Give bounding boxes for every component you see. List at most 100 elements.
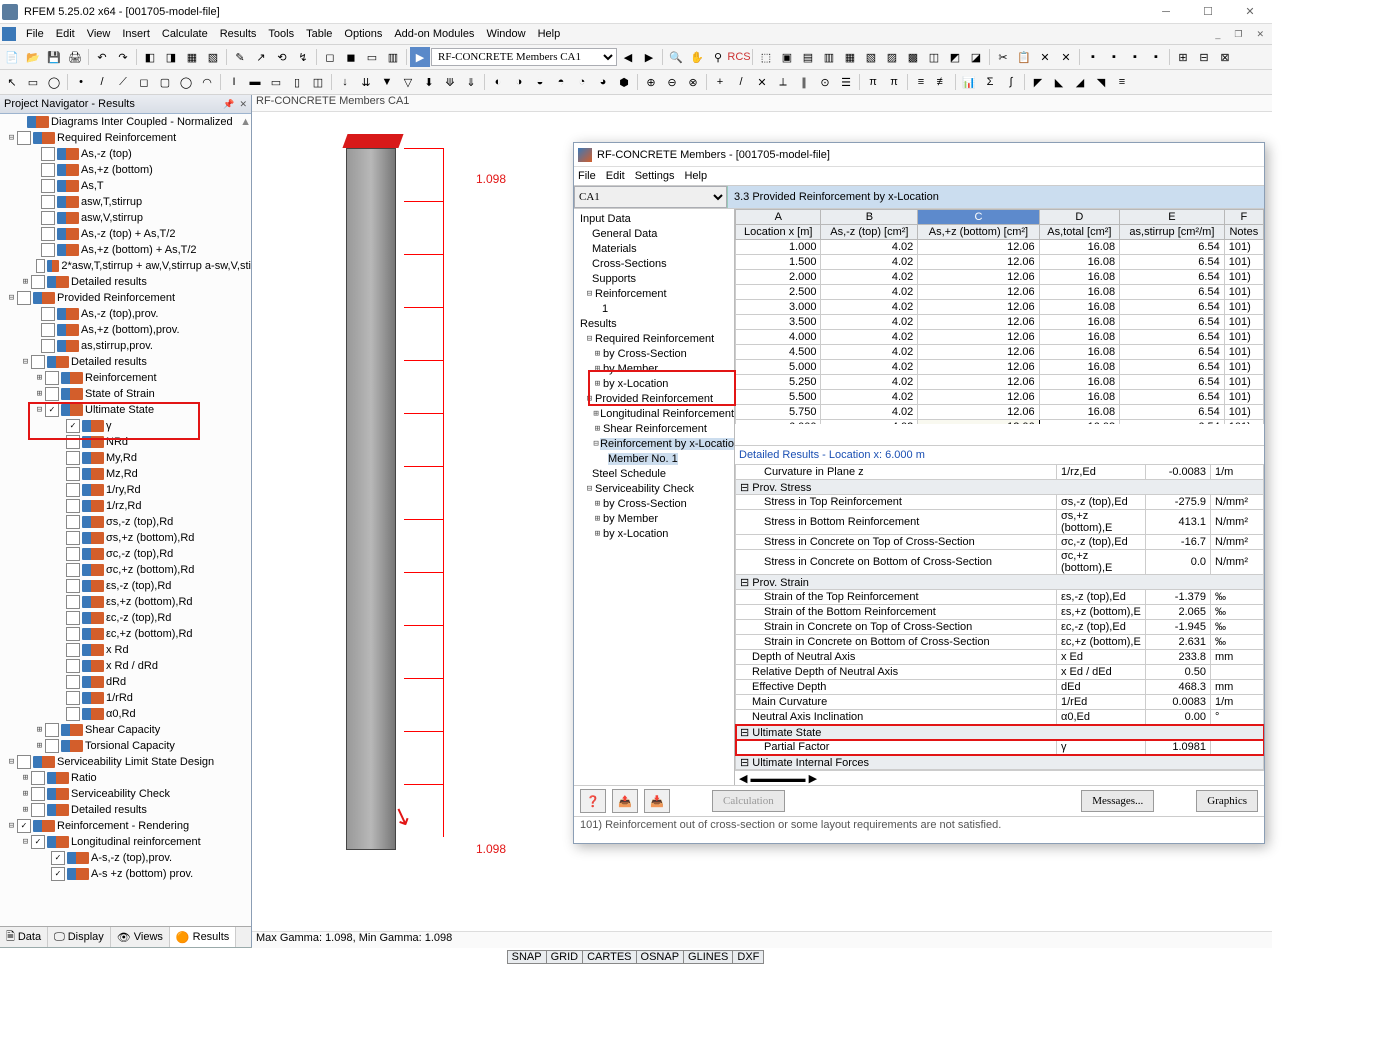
tb-d1[interactable]: ▪ [1083, 47, 1103, 67]
mdi-min[interactable]: _ [1209, 27, 1226, 42]
t2-34[interactable]: / [731, 72, 751, 92]
window-close[interactable]: ✕ [1230, 2, 1270, 22]
menu-calculate[interactable]: Calculate [156, 26, 214, 42]
navigator-pin[interactable]: 📌 ✕ [223, 99, 247, 110]
tb-a1[interactable]: 🔍 [666, 47, 686, 67]
status-cartes[interactable]: CARTES [582, 950, 636, 964]
t2-48[interactable]: ◣ [1049, 72, 1069, 92]
tree-item[interactable]: Diagrams Inter Coupled - Normalized▲ [0, 114, 251, 130]
tb-e1[interactable]: ⊞ [1173, 47, 1193, 67]
tb-next[interactable]: ▶ [639, 47, 659, 67]
tb-d2[interactable]: ▪ [1104, 47, 1124, 67]
mdi-close[interactable]: ✕ [1250, 27, 1270, 42]
tb-b9[interactable]: ◫ [924, 47, 944, 67]
tb-b6[interactable]: ▧ [861, 47, 881, 67]
t2-6[interactable]: ⟋ [113, 72, 133, 92]
tab-views[interactable]: 👁 Views [111, 927, 170, 947]
tree-item[interactable]: Mz,Rd [0, 466, 251, 482]
tree-item[interactable]: asw,T,stirrup [0, 194, 251, 210]
tree-item[interactable]: 1/rz,Rd [0, 498, 251, 514]
scroll-placeholder[interactable]: ◀ ▬▬▬▬▬ ▶ [735, 770, 1264, 785]
t2-10[interactable]: ◠ [197, 72, 217, 92]
dialog-tree-item[interactable]: ⊞by x-Location [574, 526, 734, 541]
tab-results[interactable]: 🟠 Results [170, 927, 236, 947]
tb-d3[interactable]: ▪ [1125, 47, 1145, 67]
dialog-tree-item[interactable]: ⊟Reinforcement by x-Locatio [574, 436, 734, 451]
tree-item[interactable]: ⊟Reinforcement - Rendering [0, 818, 251, 834]
t2-30[interactable]: ⊕ [641, 72, 661, 92]
tree-item[interactable]: A-s,-z (top),prov. [0, 850, 251, 866]
menu-window[interactable]: Window [480, 26, 531, 42]
tree-item[interactable]: ⊞Detailed results [0, 274, 251, 290]
tb-i4[interactable]: ▧ [203, 47, 223, 67]
tb-i1[interactable]: ◧ [140, 47, 160, 67]
tree-item[interactable]: As,+z (bottom) [0, 162, 251, 178]
export-button[interactable]: 📤 [612, 789, 638, 813]
t2-47[interactable]: ◤ [1028, 72, 1048, 92]
menu-insert[interactable]: Insert [116, 26, 156, 42]
t2-27[interactable]: ◔ [572, 72, 592, 92]
t2-16[interactable]: ↓ [335, 72, 355, 92]
case-combo[interactable]: CA1 [574, 186, 727, 208]
graphics-button[interactable]: Graphics [1196, 790, 1258, 812]
status-snap[interactable]: SNAP [507, 950, 547, 964]
tree-item[interactable]: 1/rRd [0, 690, 251, 706]
tree-item[interactable]: 1/ry,Rd [0, 482, 251, 498]
tb-b2[interactable]: ▣ [777, 47, 797, 67]
dialog-tree-item[interactable]: ⊟Required Reinforcement [574, 331, 734, 346]
dialog-tree-item[interactable]: ⊞Longitudinal Reinforcement [574, 406, 734, 421]
tb-d4[interactable]: ▪ [1146, 47, 1166, 67]
dialog-tree-item[interactable]: General Data [574, 226, 734, 241]
tb-b4[interactable]: ▥ [819, 47, 839, 67]
dialog-tree-item[interactable]: 1 [574, 301, 734, 316]
tb-print[interactable]: 🖨 [65, 47, 85, 67]
tree-item[interactable]: ⊞Ratio [0, 770, 251, 786]
t2-24[interactable]: ◑ [509, 72, 529, 92]
tb-i5[interactable]: ✎ [230, 47, 250, 67]
tree-item[interactable]: As,-z (top) [0, 146, 251, 162]
tb-b5[interactable]: ▦ [840, 47, 860, 67]
messages-button[interactable]: Messages... [1081, 790, 1154, 812]
t2-18[interactable]: ▼ [377, 72, 397, 92]
menu-view[interactable]: View [81, 26, 117, 42]
dialog-tree-item[interactable]: ⊟Provided Reinforcement [574, 391, 734, 406]
tree-item[interactable]: NRd [0, 434, 251, 450]
menu-tools[interactable]: Tools [262, 26, 300, 42]
t2-17[interactable]: ⇊ [356, 72, 376, 92]
tree-item[interactable]: ⊞Detailed results [0, 802, 251, 818]
status-dxf[interactable]: DXF [732, 950, 764, 964]
details-table[interactable]: Curvature in Plane z1/rz,Ed-0.00831/m⊟ P… [735, 464, 1264, 770]
tree-item[interactable]: ⊞Reinforcement [0, 370, 251, 386]
tb-i8[interactable]: ↯ [293, 47, 313, 67]
t2-49[interactable]: ◢ [1070, 72, 1090, 92]
menu-table[interactable]: Table [300, 26, 338, 42]
tb-i13[interactable]: ▶ [410, 47, 430, 67]
tree-item[interactable]: σs,+z (bottom),Rd [0, 530, 251, 546]
mdi-max[interactable]: ❐ [1228, 27, 1248, 42]
dialog-tree[interactable]: Input DataGeneral DataMaterialsCross-Sec… [574, 209, 735, 785]
t2-19[interactable]: ▽ [398, 72, 418, 92]
status-osnap[interactable]: OSNAP [636, 950, 685, 964]
tb-i10[interactable]: ◼ [341, 47, 361, 67]
tree-item[interactable]: dRd [0, 674, 251, 690]
tb-i3[interactable]: ▦ [182, 47, 202, 67]
tb-redo[interactable]: ↷ [113, 47, 133, 67]
t2-11[interactable]: I [224, 72, 244, 92]
tree-item[interactable]: ⊟Detailed results [0, 354, 251, 370]
tree-item[interactable]: α0,Rd [0, 706, 251, 722]
dialog-tree-item[interactable]: Input Data [574, 211, 734, 226]
t2-46[interactable]: ∫ [1001, 72, 1021, 92]
menu-file[interactable]: File [20, 26, 50, 42]
tree-item[interactable]: ⊟Required Reinforcement [0, 130, 251, 146]
tb-a2[interactable]: ✋ [687, 47, 707, 67]
tb-e3[interactable]: ⊠ [1215, 47, 1235, 67]
window-maximize[interactable]: ☐ [1188, 2, 1228, 22]
t2-41[interactable]: π [884, 72, 904, 92]
tb-new[interactable]: 📄 [2, 47, 22, 67]
menu-addon[interactable]: Add-on Modules [388, 26, 480, 42]
dialog-tree-item[interactable]: ⊞by Member [574, 361, 734, 376]
tab-display[interactable]: 🖵 Display [48, 927, 111, 947]
window-minimize[interactable]: ─ [1146, 2, 1186, 22]
status-glines[interactable]: GLINES [683, 950, 733, 964]
tree-item[interactable]: σc,+z (bottom),Rd [0, 562, 251, 578]
